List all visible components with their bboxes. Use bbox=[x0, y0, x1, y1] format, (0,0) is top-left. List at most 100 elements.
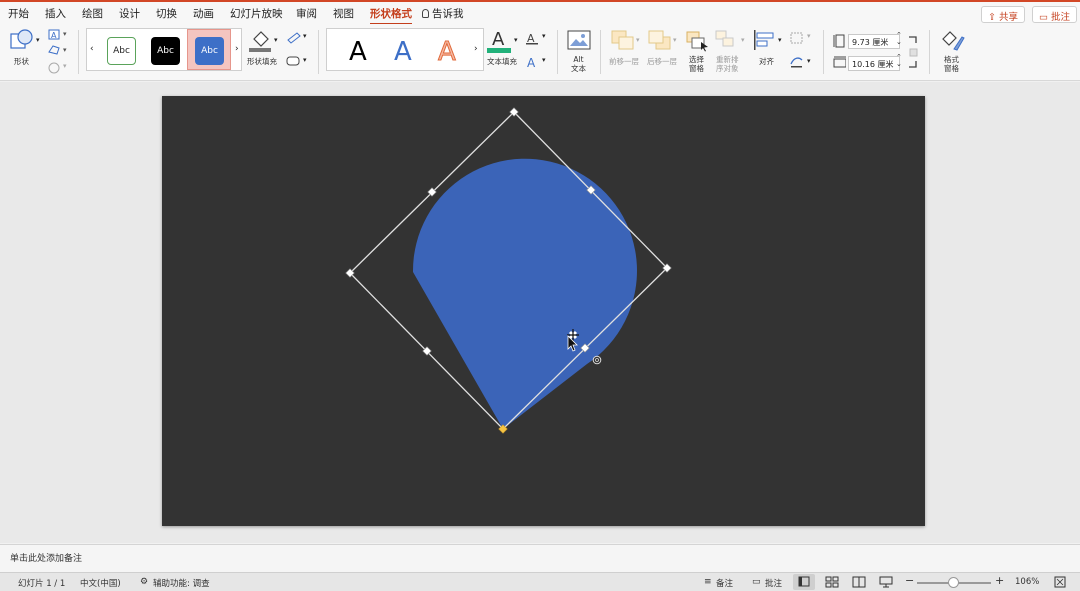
separator bbox=[600, 30, 601, 74]
comments-toggle[interactable]: 批注 bbox=[765, 577, 782, 589]
chevron-right-icon[interactable]: › bbox=[235, 44, 239, 54]
wordart-style-black[interactable]: A bbox=[349, 37, 367, 67]
shapes-icon[interactable] bbox=[9, 28, 35, 54]
status-bar: 幻灯片 1 / 1 中文(中国) ⚙ 辅助功能: 调查 ≡ 备注 ▭ 批注 − … bbox=[0, 572, 1080, 591]
format-pane-label: 格式 窗格 bbox=[944, 55, 959, 73]
chevron-down-icon: ▾ bbox=[741, 36, 745, 44]
tab-3[interactable]: 设计 bbox=[119, 6, 140, 21]
slideshow-icon[interactable] bbox=[879, 576, 893, 588]
zoom-level[interactable]: 106% bbox=[1015, 577, 1039, 587]
slide-sorter-icon[interactable] bbox=[825, 576, 839, 588]
align-icon[interactable] bbox=[752, 29, 778, 53]
wordart-style-blue[interactable]: A bbox=[394, 37, 412, 67]
reading-view-icon[interactable] bbox=[852, 576, 866, 588]
height-stepper[interactable]: ⌃ ⌄ bbox=[896, 32, 902, 46]
group-rotate-icons[interactable] bbox=[789, 31, 805, 71]
separator bbox=[557, 30, 558, 74]
accessibility-status[interactable]: 辅助功能: 调查 bbox=[153, 577, 210, 589]
chevron-right-icon[interactable]: › bbox=[474, 44, 478, 54]
accessibility-icon[interactable]: ⚙ bbox=[140, 577, 148, 587]
shape-style-black[interactable]: Abc bbox=[151, 37, 180, 65]
notes-pane[interactable]: 单击此处添加备注 bbox=[0, 544, 1080, 572]
normal-view-button[interactable] bbox=[793, 574, 815, 590]
text-fill-icon[interactable]: A bbox=[487, 27, 513, 55]
normal-view-icon bbox=[798, 576, 810, 587]
width-input[interactable]: 10.16 厘米 bbox=[848, 56, 900, 71]
ribbon: ▾ 形状 A ▾ ▾ ▾ ‹ Abc Abc Abc › ▾ 形状填充 ▾ ▾ … bbox=[0, 24, 1080, 81]
chevron-down-icon[interactable]: ▾ bbox=[542, 32, 546, 40]
tab-1[interactable]: 插入 bbox=[45, 6, 66, 21]
chevron-down-icon: ▾ bbox=[63, 62, 67, 70]
chevron-down-icon[interactable]: ▾ bbox=[63, 30, 67, 38]
teardrop-shape[interactable] bbox=[412, 158, 637, 429]
tab-2[interactable]: 绘图 bbox=[82, 6, 103, 21]
tab-9[interactable]: 形状格式 bbox=[370, 6, 412, 25]
reorder-objects-icon bbox=[715, 30, 734, 47]
chevron-down-icon[interactable]: ▾ bbox=[514, 36, 518, 44]
share-button[interactable]: ⇪ 共享 bbox=[981, 6, 1025, 23]
bring-forward-label: 前移一层 bbox=[609, 57, 639, 66]
chevron-down-icon[interactable]: ▾ bbox=[303, 56, 307, 64]
comments-button[interactable]: ▭ 批注 bbox=[1032, 6, 1078, 23]
lightbulb-icon bbox=[422, 9, 429, 18]
slide-drawing bbox=[345, 107, 672, 434]
svg-text:A: A bbox=[527, 56, 536, 70]
format-pane-icon[interactable] bbox=[940, 29, 966, 53]
separator bbox=[823, 30, 824, 74]
text-outline-effects-icons[interactable]: A A bbox=[525, 30, 543, 70]
tell-me[interactable]: 告诉我 bbox=[422, 6, 464, 21]
chevron-down-icon[interactable]: ▾ bbox=[274, 36, 278, 44]
selection-pane-label: 选择 窗格 bbox=[689, 55, 704, 73]
width-icon bbox=[833, 56, 846, 68]
reorder-objects-label: 重新排 序对象 bbox=[716, 55, 739, 73]
tab-4[interactable]: 切换 bbox=[156, 6, 177, 21]
selection-pane-icon[interactable] bbox=[686, 29, 710, 53]
chevron-down-icon[interactable]: ▾ bbox=[542, 56, 546, 64]
rotate-handle-icon[interactable] bbox=[592, 355, 602, 365]
notes-toggle[interactable]: 备注 bbox=[716, 577, 733, 589]
comment-icon[interactable]: ▭ bbox=[752, 577, 761, 587]
chevron-left-icon[interactable]: ‹ bbox=[90, 44, 94, 54]
chevron-down-icon: ▾ bbox=[636, 36, 640, 44]
chevron-down-icon[interactable]: ▾ bbox=[303, 32, 307, 40]
lock-aspect-icon[interactable] bbox=[907, 35, 919, 71]
wordart-style-orange[interactable]: A bbox=[438, 37, 457, 68]
shape-style-blue[interactable]: Abc bbox=[195, 37, 224, 65]
outline-effects-icons[interactable] bbox=[285, 30, 305, 70]
height-input[interactable]: 9.73 厘米 bbox=[848, 34, 900, 49]
chevron-down-icon[interactable]: ▾ bbox=[778, 36, 782, 44]
alt-text-icon[interactable] bbox=[567, 30, 591, 52]
chevron-down-icon[interactable]: ▾ bbox=[807, 57, 811, 65]
comment-icon: ▭ bbox=[1039, 12, 1051, 23]
shape-styles-gallery: ‹ Abc Abc Abc › bbox=[86, 28, 242, 71]
svg-text:A: A bbox=[492, 29, 505, 50]
tab-8[interactable]: 视图 bbox=[333, 6, 354, 21]
slide-canvas-area bbox=[0, 82, 1080, 543]
tab-7[interactable]: 审阅 bbox=[296, 6, 317, 21]
fit-to-window-icon[interactable] bbox=[1054, 576, 1066, 588]
chevron-down-icon[interactable]: ▾ bbox=[63, 46, 67, 54]
shape-style-outline[interactable]: Abc bbox=[107, 37, 136, 65]
share-icon: ⇪ bbox=[988, 12, 999, 23]
zoom-slider-thumb[interactable] bbox=[948, 577, 959, 588]
width-stepper[interactable]: ⌃ ⌄ bbox=[896, 54, 902, 68]
tab-5[interactable]: 动画 bbox=[193, 6, 214, 21]
svg-text:A: A bbox=[51, 31, 57, 40]
separator bbox=[78, 30, 79, 74]
alt-text-label: Alt 文本 bbox=[571, 55, 586, 73]
separator bbox=[318, 30, 319, 74]
tab-0[interactable]: 开始 bbox=[8, 6, 29, 21]
language-indicator[interactable]: 中文(中国) bbox=[80, 577, 121, 589]
slide[interactable] bbox=[162, 96, 925, 526]
notes-icon[interactable]: ≡ bbox=[704, 577, 712, 587]
height-icon bbox=[833, 34, 845, 48]
paint-bucket-icon[interactable] bbox=[249, 27, 273, 53]
chevron-down-icon[interactable]: ▾ bbox=[36, 36, 40, 44]
send-backward-label: 后移一层 bbox=[647, 57, 677, 66]
chevron-down-icon: ▾ bbox=[673, 36, 677, 44]
tab-6[interactable]: 幻灯片放映 bbox=[230, 6, 283, 21]
notes-placeholder[interactable]: 单击此处添加备注 bbox=[10, 551, 82, 564]
zoom-in-button[interactable]: + bbox=[995, 574, 1004, 587]
align-label: 对齐 bbox=[759, 57, 774, 66]
zoom-out-button[interactable]: − bbox=[905, 574, 914, 587]
